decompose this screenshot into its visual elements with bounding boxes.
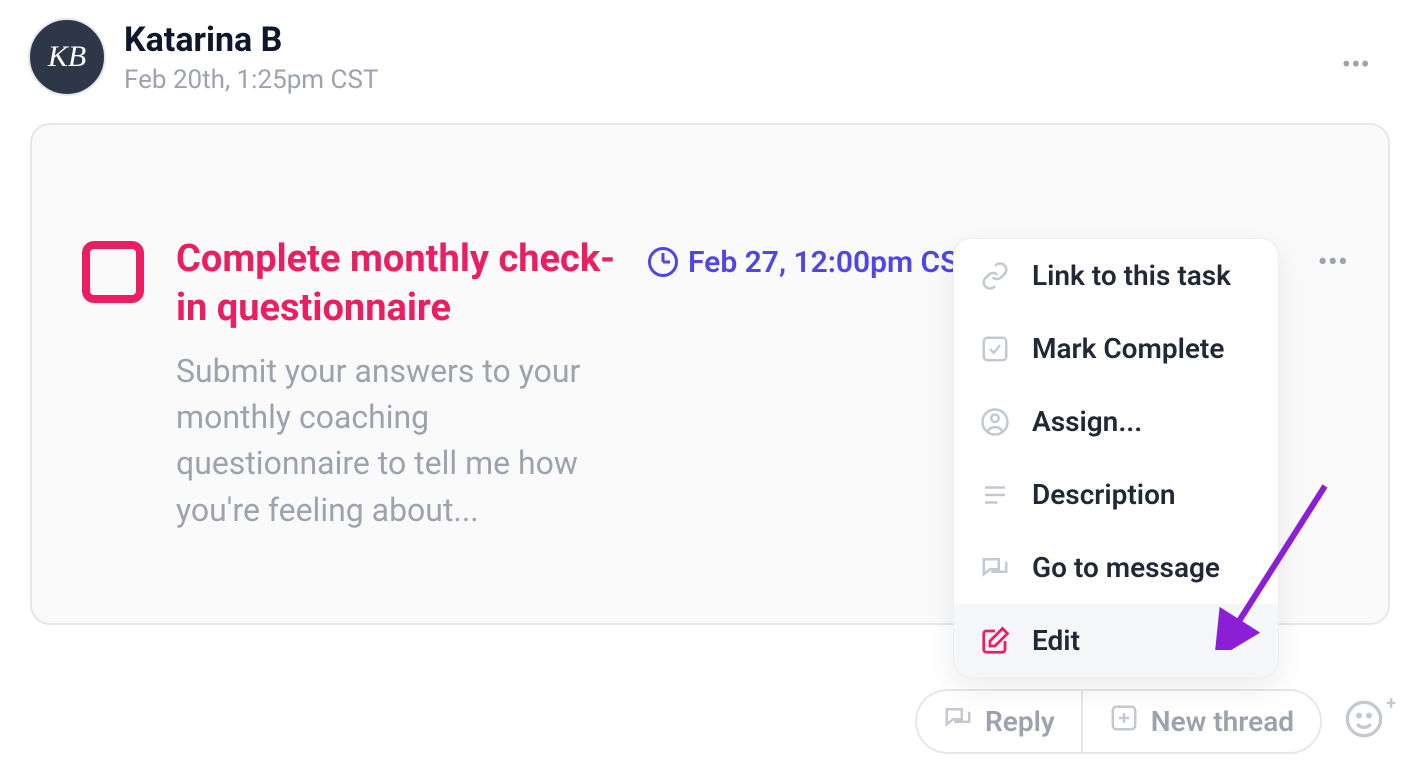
new-thread-button[interactable]: New thread xyxy=(1082,689,1322,754)
menu-edit[interactable]: Edit xyxy=(954,604,1278,677)
plus-box-icon xyxy=(1109,703,1139,740)
author-name[interactable]: Katarina B xyxy=(124,20,1390,61)
plus-icon: + xyxy=(1386,693,1396,714)
task-more-icon[interactable]: ••• xyxy=(1318,245,1348,280)
emoji-reaction-button[interactable]: + xyxy=(1344,699,1390,745)
menu-label: Go to message xyxy=(1032,551,1220,584)
edit-icon xyxy=(980,626,1010,656)
message-footer: Reply New thread + xyxy=(915,689,1390,754)
header-text: Katarina B Feb 20th, 1:25pm CST xyxy=(124,20,1390,95)
reply-icon xyxy=(943,703,973,740)
task-due-text: Feb 27, 12:00pm CST xyxy=(688,245,977,280)
menu-mark-complete[interactable]: Mark Complete xyxy=(954,312,1278,385)
reply-button[interactable]: Reply xyxy=(915,689,1082,754)
message-header: KB Katarina B Feb 20th, 1:25pm CST ••• xyxy=(30,20,1390,95)
menu-label: Mark Complete xyxy=(1032,332,1224,365)
avatar-initials: KB xyxy=(48,40,86,74)
menu-description[interactable]: Description xyxy=(954,458,1278,531)
menu-label: Link to this task xyxy=(1032,259,1231,292)
new-thread-label: New thread xyxy=(1151,705,1294,738)
lines-icon xyxy=(980,480,1010,510)
task-title[interactable]: Complete monthly check-in questionnaire xyxy=(176,235,616,334)
menu-assign[interactable]: Assign... xyxy=(954,385,1278,458)
menu-go-to-message[interactable]: Go to message xyxy=(954,531,1278,604)
message-timestamp: Feb 20th, 1:25pm CST xyxy=(124,65,1390,95)
menu-link-to-task[interactable]: Link to this task xyxy=(954,239,1278,312)
task-dropdown-menu: Link to this task Mark Complete Assign..… xyxy=(953,238,1279,678)
menu-label: Description xyxy=(1032,478,1176,511)
task-main: Complete monthly check-in questionnaire … xyxy=(176,235,616,533)
check-icon xyxy=(980,334,1010,364)
task-description: Submit your answers to your monthly coac… xyxy=(176,348,616,534)
menu-label: Assign... xyxy=(1032,405,1142,438)
task-checkbox[interactable] xyxy=(82,241,144,303)
reply-label: Reply xyxy=(985,705,1055,738)
link-icon xyxy=(980,261,1010,291)
menu-label: Edit xyxy=(1032,624,1080,657)
message-more-icon[interactable]: ••• xyxy=(1342,48,1370,81)
clock-icon xyxy=(648,247,678,277)
task-due[interactable]: Feb 27, 12:00pm CST xyxy=(648,245,977,280)
avatar[interactable]: KB xyxy=(30,20,104,94)
chat-icon xyxy=(980,553,1010,583)
user-icon xyxy=(980,407,1010,437)
